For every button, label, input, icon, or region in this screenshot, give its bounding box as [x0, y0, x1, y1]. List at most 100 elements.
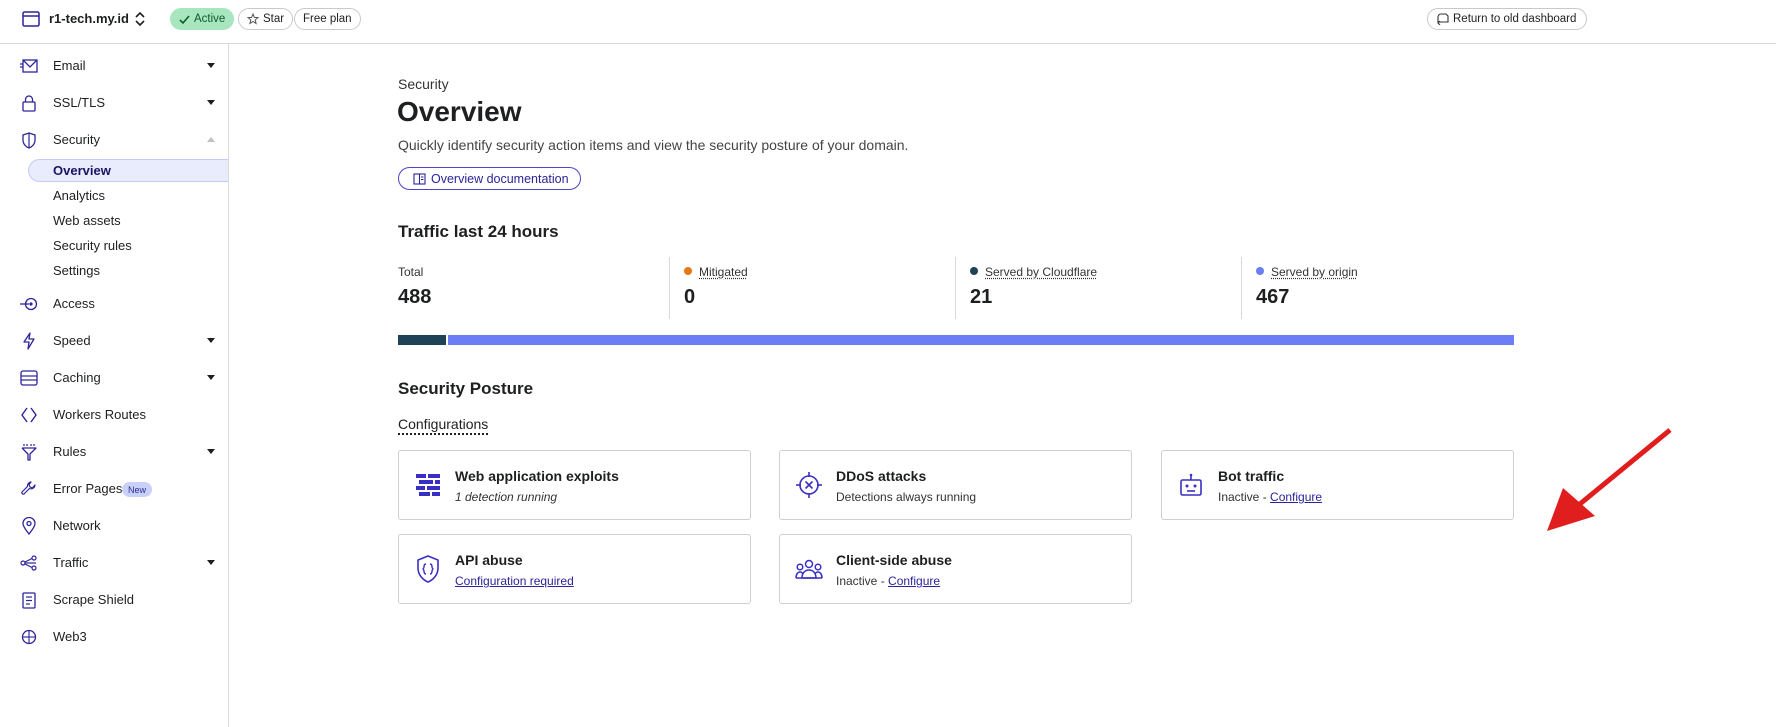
- stat-served-by-origin: Served by origin 467: [1256, 257, 1496, 319]
- card-subtitle: 1 detection running: [455, 490, 558, 504]
- overview-documentation-button[interactable]: Overview documentation: [398, 167, 581, 190]
- stat-label: Total: [398, 265, 424, 279]
- stat-value: 467: [1256, 286, 1290, 308]
- chevron-down-icon: [207, 560, 215, 565]
- chevron-down-icon: [207, 375, 215, 380]
- users-group-icon: [795, 555, 823, 583]
- sidebar-subitem-label: Analytics: [53, 188, 106, 203]
- sidebar-item-network[interactable]: Network: [0, 512, 228, 540]
- star-icon: [247, 13, 259, 25]
- chevron-down-icon: [207, 100, 215, 105]
- configure-link[interactable]: Configure: [888, 574, 940, 588]
- sidebar-subitem-security-rules[interactable]: Security rules: [28, 234, 228, 257]
- server-stack-icon: [20, 369, 38, 387]
- card-client-side-abuse[interactable]: Client-side abuse Inactive - Configure: [779, 534, 1132, 604]
- sidebar-item-web3[interactable]: Web3: [0, 623, 228, 651]
- chevron-down-icon: [207, 63, 215, 68]
- sidebar-item-ssl-tls[interactable]: SSL/TLS: [0, 89, 228, 117]
- traffic-section-title: Traffic last 24 hours: [398, 222, 559, 241]
- location-pin-icon: [20, 517, 38, 535]
- sidebar-item-traffic[interactable]: Traffic: [0, 549, 228, 577]
- sidebar-subitem-label: Web assets: [53, 213, 121, 228]
- sidebar-item-speed[interactable]: Speed: [0, 327, 228, 355]
- ddos-target-icon: [795, 471, 823, 499]
- sidebar-subitem-web-assets[interactable]: Web assets: [28, 209, 228, 232]
- wrench-icon: [20, 480, 38, 498]
- sidebar-item-rules[interactable]: Rules: [0, 438, 228, 466]
- annotation-arrow: [1547, 428, 1672, 531]
- card-status-text: Inactive -: [1218, 490, 1271, 504]
- sidebar: Email SSL/TLS Security Overview Analytic…: [0, 44, 229, 727]
- sidebar-item-label: Traffic: [53, 555, 89, 570]
- cloudflare-dot: [970, 267, 978, 275]
- sidebar-item-label: Access: [53, 296, 95, 311]
- web3-icon: [20, 628, 38, 646]
- overview-documentation-label: Overview documentation: [431, 171, 569, 186]
- sidebar-subitem-label: Settings: [53, 263, 100, 278]
- card-subtitle: Inactive - Configure: [1218, 490, 1322, 504]
- stat-mitigated: Mitigated 0: [684, 257, 924, 319]
- stat-served-by-cloudflare: Served by Cloudflare 21: [970, 257, 1210, 319]
- status-label: Active: [194, 13, 226, 25]
- sidebar-subitem-analytics[interactable]: Analytics: [28, 184, 228, 207]
- robot-icon: [1177, 471, 1205, 499]
- sidebar-item-label: Caching: [53, 370, 101, 385]
- card-subtitle: Detections always running: [836, 490, 977, 504]
- sidebar-item-workers-routes[interactable]: Workers Routes: [0, 401, 228, 429]
- sidebar-item-scrape-shield[interactable]: Scrape Shield: [0, 586, 228, 614]
- sidebar-subitem-label: Security rules: [53, 238, 132, 253]
- site-name: r1-tech.my.id: [49, 11, 129, 26]
- sidebar-subitem-settings[interactable]: Settings: [28, 259, 228, 282]
- stat-label[interactable]: Mitigated: [699, 265, 748, 279]
- new-badge: New: [122, 482, 153, 497]
- card-subtitle: Inactive - Configure: [836, 574, 940, 588]
- sidebar-item-label: Workers Routes: [53, 407, 146, 422]
- site-switcher-icon[interactable]: [133, 9, 147, 29]
- tab-configurations[interactable]: Configurations: [398, 416, 489, 435]
- card-subtitle: Configuration required: [455, 574, 574, 588]
- envelope-icon: [20, 57, 38, 75]
- page-description: Quickly identify security action items a…: [398, 137, 909, 153]
- status-badge: Active: [170, 8, 235, 30]
- lightning-icon: [20, 332, 38, 350]
- sidebar-item-error-pages[interactable]: Error Pages New: [0, 475, 228, 503]
- configure-link[interactable]: Configure: [1270, 490, 1322, 504]
- card-web-application-exploits[interactable]: Web application exploits 1 detection run…: [398, 450, 751, 520]
- sidebar-item-access[interactable]: Access: [0, 290, 228, 318]
- card-bot-traffic[interactable]: Bot traffic Inactive - Configure: [1161, 450, 1514, 520]
- funnel-icon: [20, 443, 38, 461]
- stat-value: 0: [684, 286, 696, 308]
- card-ddos-attacks[interactable]: DDoS attacks Detections always running: [779, 450, 1132, 520]
- sidebar-item-security[interactable]: Security: [0, 126, 228, 154]
- stat-divider: [1241, 257, 1242, 319]
- top-bar: r1-tech.my.id Active Star Free plan Retu…: [0, 0, 1776, 44]
- card-api-abuse[interactable]: API abuse Configuration required: [398, 534, 751, 604]
- card-title: DDoS attacks: [836, 468, 927, 484]
- traffic-nodes-icon: [20, 554, 38, 572]
- sidebar-item-label: Security: [53, 132, 100, 147]
- stat-label[interactable]: Served by origin: [1271, 265, 1358, 279]
- configuration-required-link[interactable]: Configuration required: [455, 574, 574, 588]
- browser-window-icon: [22, 11, 40, 27]
- stat-label[interactable]: Served by Cloudflare: [985, 265, 1097, 279]
- chevron-down-icon: [207, 449, 215, 454]
- plan-label: Free plan: [303, 13, 352, 25]
- chevron-up-icon: [207, 137, 215, 142]
- stat-divider: [955, 257, 956, 319]
- sidebar-item-email[interactable]: Email: [0, 52, 228, 80]
- origin-dot: [1256, 267, 1264, 275]
- api-shield-icon: [414, 555, 442, 583]
- plan-button[interactable]: Free plan: [294, 8, 361, 30]
- return-to-old-dashboard-button[interactable]: Return to old dashboard: [1427, 8, 1587, 30]
- sidebar-item-caching[interactable]: Caching: [0, 364, 228, 392]
- served-by-cloudflare-segment: [398, 335, 446, 345]
- card-status-text: Inactive -: [836, 574, 889, 588]
- sidebar-subitem-overview[interactable]: Overview: [28, 159, 228, 182]
- workers-icon: [20, 406, 38, 424]
- check-icon: [179, 14, 190, 24]
- access-icon: [20, 295, 38, 313]
- star-button[interactable]: Star: [238, 8, 294, 30]
- served-by-origin-segment: [448, 335, 1514, 345]
- sidebar-subitem-label: Overview: [53, 163, 111, 178]
- return-label: Return to old dashboard: [1453, 13, 1577, 25]
